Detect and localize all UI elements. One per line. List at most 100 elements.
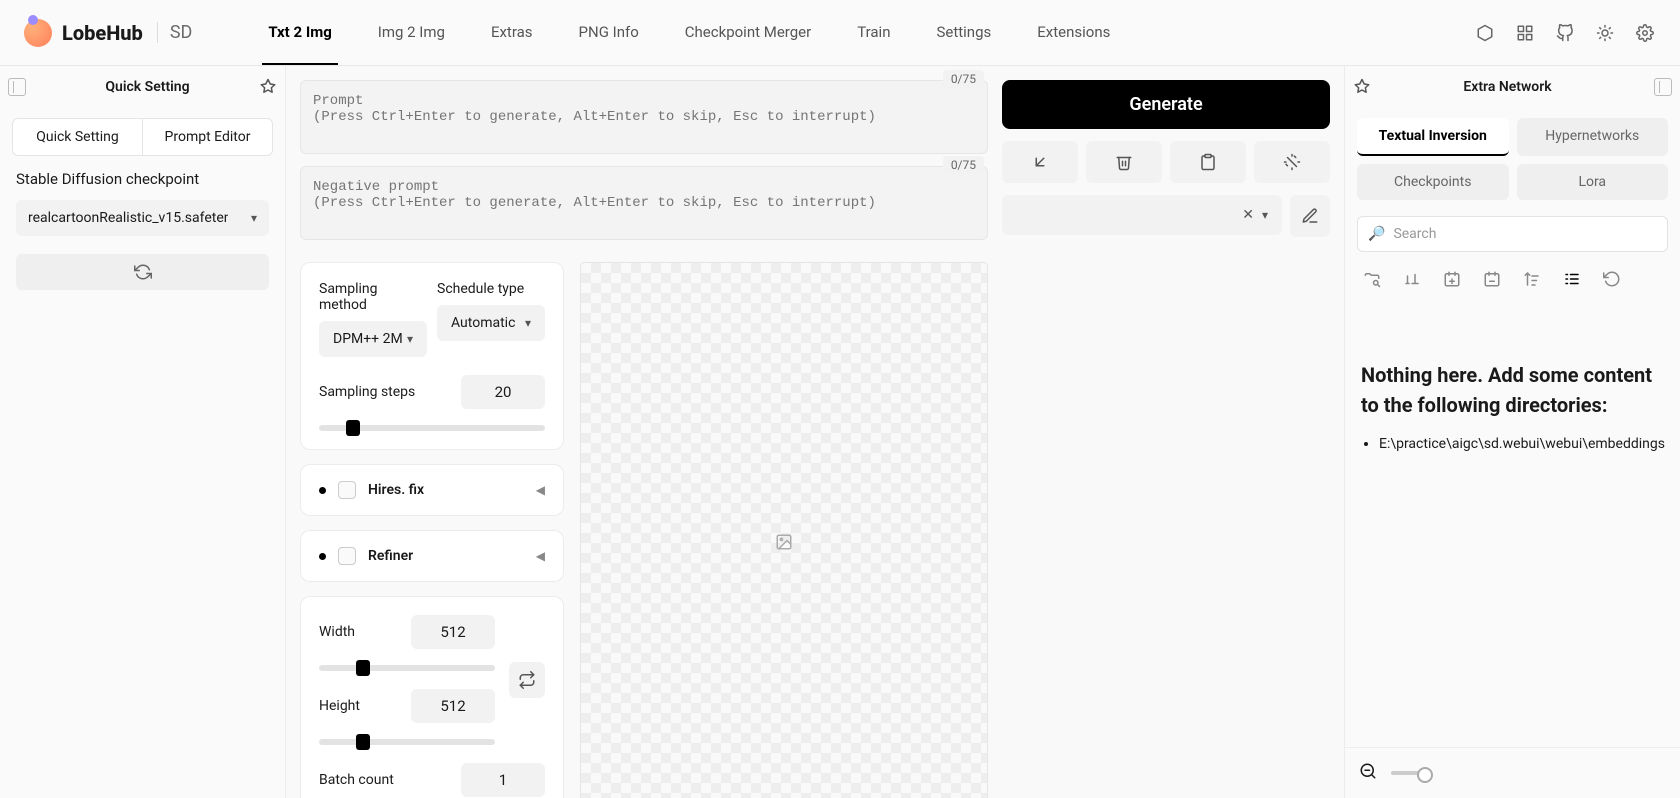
tab-checkpoints[interactable]: Checkpoints — [1357, 164, 1509, 200]
sidebar-right: Extra Network Textual Inversion Hypernet… — [1344, 66, 1680, 798]
pin-icon[interactable] — [1353, 78, 1371, 96]
generate-column: Generate ✕ ▾ — [1002, 80, 1330, 798]
zoom-out-icon[interactable] — [1359, 762, 1377, 784]
pin-icon[interactable] — [259, 78, 277, 96]
sort-icon[interactable] — [1517, 266, 1547, 292]
sampling-steps-label: Sampling steps — [319, 384, 415, 400]
tab-settings[interactable]: Settings — [930, 1, 997, 65]
sidebar-left-title: Quick Setting — [36, 79, 259, 95]
edit-styles-button[interactable] — [1290, 195, 1330, 237]
clipboard-icon — [1199, 153, 1217, 171]
refresh-icon — [134, 263, 152, 281]
checkpoint-select[interactable]: realcartoonRealistic_v15.safetensors ▾ — [16, 200, 269, 236]
width-label: Width — [319, 624, 355, 640]
refiner-label: Refiner — [368, 548, 524, 564]
gear-icon[interactable] — [1634, 22, 1656, 44]
folder-search-icon[interactable] — [1357, 266, 1387, 292]
edit-icon — [1301, 207, 1319, 225]
tab-train[interactable]: Train — [851, 1, 896, 65]
refresh-icon[interactable] — [1597, 266, 1627, 292]
extra-network-search[interactable]: 🔎 Search — [1357, 216, 1668, 252]
tab-img2img[interactable]: Img 2 Img — [372, 1, 451, 65]
height-slider[interactable] — [319, 739, 495, 745]
batch-count-value[interactable]: 1 — [461, 763, 545, 797]
checkpoint-label: Stable Diffusion checkpoint — [0, 166, 285, 192]
list-view-icon[interactable] — [1557, 266, 1587, 292]
search-icon: 🔎 — [1368, 226, 1385, 242]
main: Quick Setting Quick Setting Prompt Edito… — [0, 66, 1680, 798]
magic-icon-button[interactable] — [1254, 141, 1330, 183]
brand-name: LobeHub — [62, 21, 143, 45]
negative-token-count: 0/75 — [943, 156, 984, 174]
sampling-steps-value[interactable]: 20 — [461, 375, 545, 409]
arrow-down-left-icon — [1031, 153, 1049, 171]
paste-icon-button[interactable] — [1170, 141, 1246, 183]
sidebar-left-header: Quick Setting — [0, 66, 285, 108]
empty-message: Nothing here. Add some content to the fo… — [1361, 360, 1664, 420]
settings-left: Sampling method DPM++ 2M▾ Schedule type … — [300, 262, 564, 798]
chevron-down-icon: ▾ — [525, 316, 531, 330]
date-add-icon[interactable] — [1437, 266, 1467, 292]
chevron-down-icon: ▾ — [251, 211, 257, 225]
negative-prompt-input[interactable] — [300, 166, 988, 240]
sampling-method-select[interactable]: DPM++ 2M▾ — [319, 321, 427, 357]
chevron-left-icon: ◀ — [536, 549, 545, 563]
styles-select[interactable]: ✕ ▾ — [1002, 195, 1282, 235]
tab-ckptmerger[interactable]: Checkpoint Merger — [679, 1, 817, 65]
hexagon-icon[interactable] — [1474, 22, 1496, 44]
center-panel: 0/75 0/75 Sampling method DPM++ 2M▾ — [286, 66, 1344, 798]
preview-canvas — [580, 262, 988, 798]
text-size-icon[interactable] — [1397, 266, 1427, 292]
trash-icon — [1115, 153, 1133, 171]
swap-icon — [518, 671, 536, 689]
sampling-steps-slider[interactable] — [319, 425, 545, 431]
refiner-collapse[interactable]: Refiner ◀ — [300, 530, 564, 582]
topbar-icons — [1474, 22, 1656, 44]
tab-extras[interactable]: Extras — [485, 1, 539, 65]
height-label: Height — [319, 698, 360, 714]
github-icon[interactable] — [1554, 22, 1576, 44]
width-value[interactable]: 512 — [411, 615, 495, 649]
hires-fix-collapse[interactable]: Hires. fix ◀ — [300, 464, 564, 516]
hires-fix-checkbox[interactable] — [338, 481, 356, 499]
schedule-type-label: Schedule type — [437, 281, 545, 297]
refresh-checkpoints-button[interactable] — [16, 254, 269, 290]
tab-hypernetworks[interactable]: Hypernetworks — [1517, 118, 1669, 156]
tab-lora[interactable]: Lora — [1517, 164, 1669, 200]
tab-pnginfo[interactable]: PNG Info — [573, 1, 645, 65]
tab-txt2img[interactable]: Txt 2 Img — [262, 1, 337, 65]
prompts-column: 0/75 0/75 Sampling method DPM++ 2M▾ — [300, 80, 988, 798]
tab-textual-inversion[interactable]: Textual Inversion — [1357, 118, 1509, 156]
checkpoint-value: realcartoonRealistic_v15.safetensors — [28, 210, 228, 226]
zoom-slider[interactable] — [1391, 771, 1431, 775]
brand-suffix: SD — [157, 22, 193, 43]
grid-icon[interactable] — [1514, 22, 1536, 44]
logo-block: LobeHub SD — [24, 19, 192, 47]
tab-extensions[interactable]: Extensions — [1031, 1, 1116, 65]
schedule-type-select[interactable]: Automatic▾ — [437, 305, 545, 341]
sidebar-right-title: Extra Network — [1371, 79, 1644, 95]
sampling-method-label: Sampling method — [319, 281, 427, 313]
tab-prompt-editor[interactable]: Prompt Editor — [143, 119, 272, 155]
topbar: LobeHub SD Txt 2 Img Img 2 Img Extras PN… — [0, 0, 1680, 66]
magic-wand-icon — [1283, 153, 1301, 171]
theme-icon[interactable] — [1594, 22, 1616, 44]
prompt-input[interactable] — [300, 80, 988, 154]
sidebar-left: Quick Setting Quick Setting Prompt Edito… — [0, 66, 286, 798]
swap-dimensions-button[interactable] — [509, 662, 545, 698]
import-icon-button[interactable] — [1002, 141, 1078, 183]
generate-button[interactable]: Generate — [1002, 80, 1330, 129]
close-icon[interactable]: ✕ — [1242, 207, 1254, 223]
panel-toggle-icon[interactable] — [1654, 78, 1672, 96]
preview-column — [580, 262, 988, 798]
height-value[interactable]: 512 — [411, 689, 495, 723]
tab-quick-setting[interactable]: Quick Setting — [13, 119, 143, 155]
date-remove-icon[interactable] — [1477, 266, 1507, 292]
panel-toggle-icon[interactable] — [8, 78, 26, 96]
width-slider[interactable] — [319, 665, 495, 671]
chevron-down-icon: ▾ — [407, 332, 413, 346]
logo-icon — [24, 19, 52, 47]
refiner-checkbox[interactable] — [338, 547, 356, 565]
dot-icon — [319, 487, 326, 494]
clear-icon-button[interactable] — [1086, 141, 1162, 183]
